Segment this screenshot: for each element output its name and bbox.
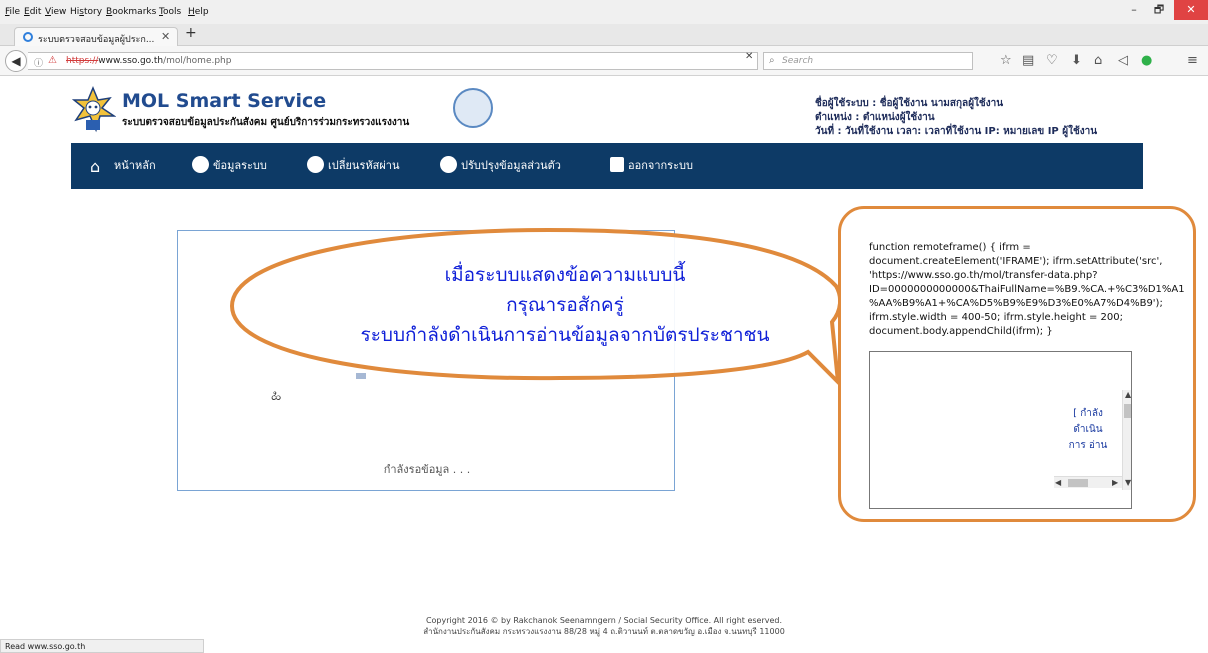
tab-close-icon[interactable]: ✕	[161, 30, 170, 43]
star-icon[interactable]: ☆	[1000, 53, 1012, 68]
menu-history[interactable]: History	[70, 7, 102, 17]
loading-text: กำลังรอข้อมูล . . .	[383, 463, 471, 476]
logout-icon	[610, 156, 624, 172]
insecure-lock-icon[interactable]: ⚠	[48, 55, 57, 66]
download-icon[interactable]: ⬇	[1071, 53, 1082, 68]
loading-image	[356, 373, 366, 379]
url-bar[interactable]: ⓘ ⚠ https://www.sso.go.th/mol/home.php	[28, 52, 758, 70]
home-icon: ⌂	[90, 156, 101, 176]
site-title: MOL Smart Service	[122, 90, 327, 112]
ministry-emblem-icon	[453, 88, 493, 128]
menu-edit[interactable]: Edit	[24, 7, 41, 17]
info-icon[interactable]: ⓘ	[34, 56, 43, 69]
close-window-button[interactable]: ✕	[1174, 0, 1208, 20]
search-icon: ⌕	[769, 55, 775, 66]
url-text: https://www.sso.go.th/mol/home.php	[66, 56, 232, 66]
scroll-left-icon[interactable]: ◀	[1055, 478, 1061, 487]
minimize-button[interactable]: –	[1122, 0, 1146, 20]
menu-file[interactable]: File	[5, 7, 20, 17]
search-placeholder: Search	[782, 56, 814, 66]
new-tab-button[interactable]: +	[185, 25, 197, 41]
loading-animation-icon: ಹಿ	[271, 386, 282, 404]
back-button[interactable]: ◀	[5, 50, 27, 72]
footer-copyright: Copyright 2016 © by Rakchanok Seenamnger…	[425, 616, 783, 625]
browser-tab[interactable]: ระบบตรวจสอบข้อมูลผู้ประก... ✕	[14, 27, 178, 47]
scroll-thumb[interactable]	[1068, 479, 1088, 487]
iframe-horizontal-scrollbar[interactable]: ◀ ▶	[1054, 476, 1122, 488]
menu-icon[interactable]: ≡	[1187, 53, 1198, 68]
reading-list-icon[interactable]: ▤	[1022, 53, 1034, 68]
home-icon[interactable]: ⌂	[1094, 53, 1102, 68]
user-icon	[307, 155, 324, 173]
nav-home[interactable]: ⌂ หน้าหลัก	[90, 156, 156, 176]
status-bar: Read www.sso.go.th	[0, 639, 204, 653]
menu-tools[interactable]: Tools	[159, 7, 181, 17]
maximize-button[interactable]: 🗗	[1146, 0, 1172, 20]
nav-update-profile[interactable]: ปรับปรุงข้อมูลส่วนตัว	[440, 155, 561, 175]
footer: Copyright 2016 © by Rakchanok Seenamnger…	[0, 615, 1208, 637]
scroll-right-icon[interactable]: ▶	[1112, 478, 1118, 487]
user-icon	[440, 155, 457, 173]
nav-change-password[interactable]: เปลี่ยนรหัสผ่าน	[307, 155, 399, 175]
footer-address: สำนักงานประกันสังคม กระทรวงแรงงาน 88/28 …	[423, 627, 785, 636]
callout-line-2: กรุณารอสักครู่	[506, 294, 624, 316]
search-input[interactable]: ⌕ Search	[763, 52, 973, 70]
share-icon[interactable]: ◁	[1118, 53, 1128, 68]
menu-bookmarks[interactable]: Bookmarks	[106, 7, 156, 17]
iframe-loading-text: [ กำลัง ดำเนิน การ อ่าน	[1068, 408, 1108, 451]
user-icon	[192, 155, 209, 173]
menu-view[interactable]: View	[45, 7, 66, 17]
user-position-line: ตำแหน่ง : ตำแหน่งผู้ใช้งาน	[815, 112, 935, 123]
code-snippet: function remoteframe() { ifrm = document…	[869, 242, 1185, 337]
callout-text: เมื่อระบบแสดงข้อความแบบนี้ กรุณารอสักครู…	[280, 260, 850, 350]
site-subtitle: ระบบตรวจสอบข้อมูลประกันสังคม ศูนย์บริการ…	[122, 117, 410, 128]
addon-icon[interactable]: ●	[1141, 53, 1152, 68]
tab-strip: ระบบตรวจสอบข้อมูลผู้ประก... ✕	[0, 24, 1208, 47]
scroll-thumb[interactable]	[1124, 404, 1131, 418]
iframe-preview: [ กำลัง ดำเนิน การ อ่าน ▲ ▼ ◀ ▶	[869, 351, 1132, 509]
callout-line-1: เมื่อระบบแสดงข้อความแบบนี้	[444, 264, 686, 286]
tab-title: ระบบตรวจสอบข้อมูลผู้ประก...	[38, 35, 155, 45]
callout-line-3: ระบบกำลังดำเนินการอ่านข้อมูลจากบัตรประชา…	[360, 324, 770, 346]
pocket-icon[interactable]: ♡	[1046, 53, 1058, 68]
nav-system-info[interactable]: ข้อมูลระบบ	[192, 155, 267, 175]
site-nav: ⌂ หน้าหลัก ข้อมูลระบบ เปลี่ยนรหัสผ่าน ปรั…	[71, 143, 1143, 189]
nav-logout[interactable]: ออกจากระบบ	[610, 156, 693, 174]
iframe-vertical-scrollbar[interactable]: ▲ ▼	[1122, 390, 1131, 490]
scroll-up-icon[interactable]: ▲	[1125, 390, 1131, 399]
menu-help[interactable]: Help	[188, 7, 209, 17]
loading-spinner-icon	[23, 32, 33, 42]
menu-bar: File Edit View History Bookmarks Tools H…	[0, 0, 1208, 24]
user-session-line: วันที่ : วันที่ใช้งาน เวลา: เวลาที่ใช้งา…	[815, 126, 1098, 137]
code-note: function remoteframe() { ifrm = document…	[838, 206, 1196, 522]
mascot-logo-icon	[71, 86, 116, 133]
user-name-line: ชื่อผู้ใช้ระบบ : ชื่อผู้ใช้งาน นามสกุลผู…	[815, 98, 1004, 109]
url-clear-icon[interactable]: ✕	[745, 51, 753, 62]
scroll-down-icon[interactable]: ▼	[1125, 478, 1131, 487]
